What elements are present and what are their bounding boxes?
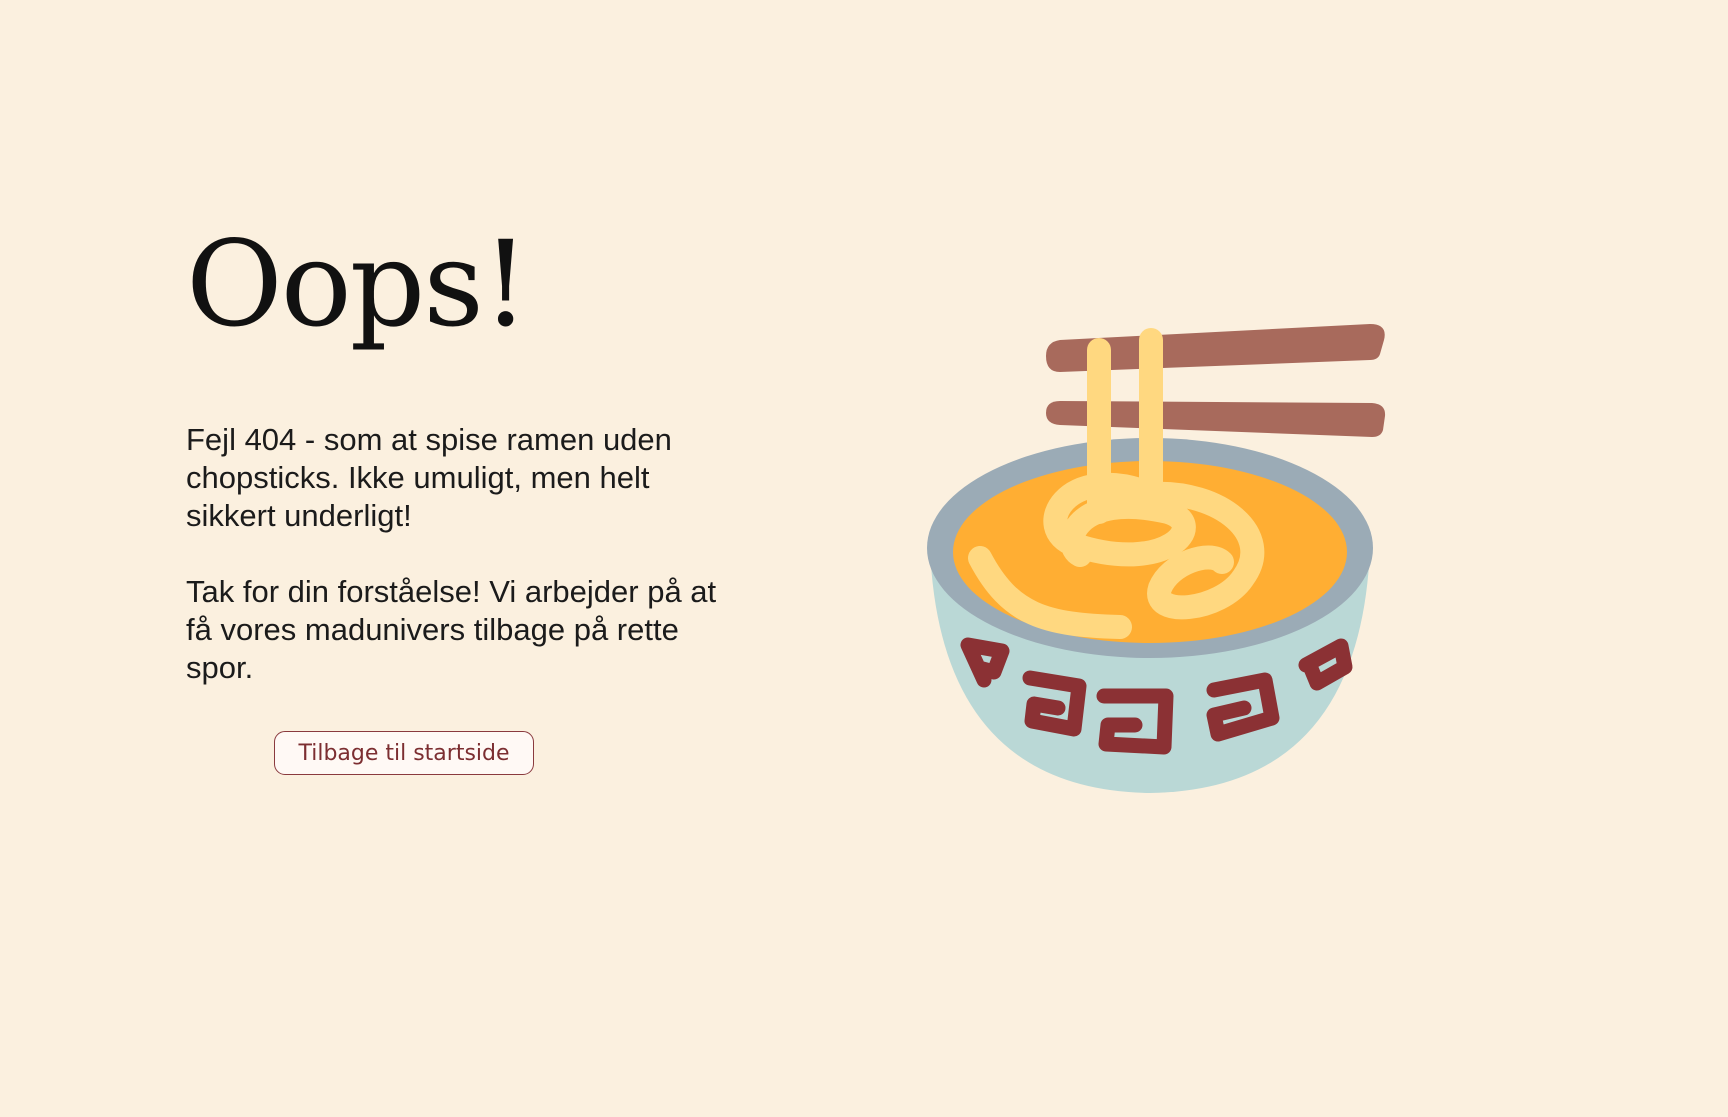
apology-message: Tak for din forståelse! Vi arbejder på a… <box>186 574 717 685</box>
error-page: Oops! Fejl 404 - som at spise ramen uden… <box>0 0 1728 1117</box>
error-content: Oops! Fejl 404 - som at spise ramen uden… <box>186 225 746 687</box>
ramen-bowl-icon <box>927 324 1386 793</box>
back-to-home-button[interactable]: Tilbage til startside <box>274 731 534 775</box>
error-message: Fejl 404 - som at spise ramen uden chops… <box>186 422 672 533</box>
page-title: Oops! <box>186 215 529 353</box>
